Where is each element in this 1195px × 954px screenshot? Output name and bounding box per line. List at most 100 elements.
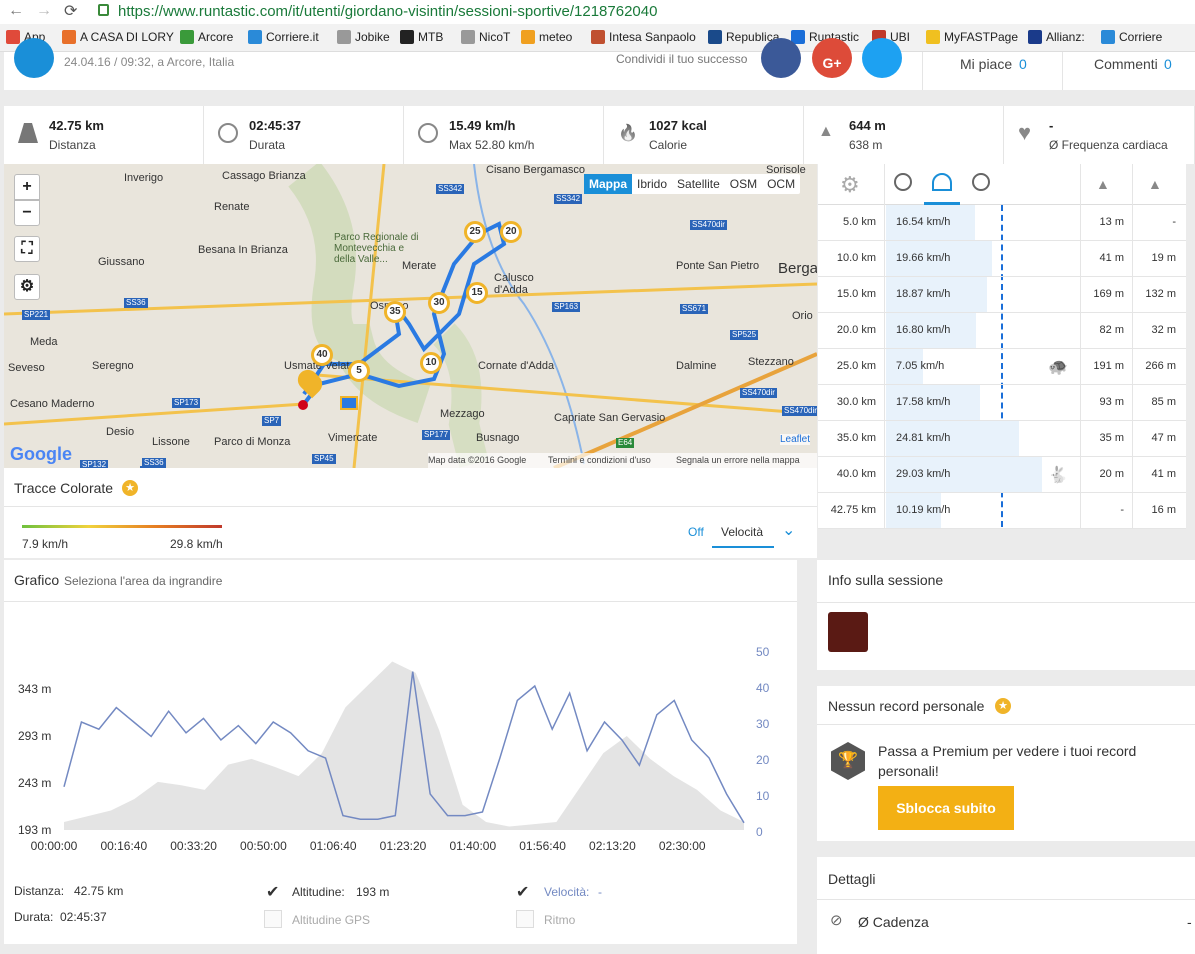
stopwatch-icon — [218, 123, 238, 143]
split-speed: 24.81 km/h — [896, 432, 951, 444]
bookmark-icon — [1101, 30, 1115, 44]
reload-icon[interactable]: ⟳ — [64, 1, 77, 21]
url-text[interactable]: https://www.runtastic.com/it/utenti/gior… — [118, 3, 657, 20]
km-marker[interactable]: 40 — [311, 344, 333, 366]
off-option[interactable]: Off — [688, 525, 704, 539]
zoom-out-button[interactable]: − — [14, 200, 40, 226]
split-row[interactable]: 15.0 km 18.87 km/h 169 m 132 m — [818, 277, 1186, 313]
stat-label: Ø Frequenza cardiaca — [1049, 138, 1168, 152]
leaflet-link[interactable]: Leaflet — [780, 434, 811, 445]
stat-value: 1027 kcal — [649, 118, 707, 133]
split-km: 42.75 km — [830, 504, 876, 516]
bookmark-item[interactable]: Intesa Sanpaolo — [591, 30, 696, 44]
comments-label[interactable]: Commenti — [1094, 56, 1158, 72]
x-tick-label: 01:56:40 — [519, 839, 566, 853]
bookmark-item[interactable]: MyFASTPage — [926, 30, 1018, 44]
likes-label[interactable]: Mi piace — [960, 56, 1012, 72]
map-place-label: Calusco d'Adda — [494, 272, 534, 296]
lock-icon — [98, 4, 109, 16]
back-icon[interactable]: ← — [8, 2, 24, 20]
split-row[interactable]: 10.0 km 19.66 km/h 41 m 19 m — [818, 241, 1186, 277]
pace-checkbox[interactable] — [516, 910, 534, 928]
split-row[interactable]: 30.0 km 17.58 km/h 93 m 85 m — [818, 385, 1186, 421]
distance-value: 42.75 km — [74, 884, 124, 898]
bookmark-item[interactable]: meteo — [521, 30, 572, 44]
bookmark-label: A CASA DI LORY — [80, 30, 174, 44]
layer-ibrido[interactable]: Ibrido — [632, 174, 672, 194]
road-label: SS36 — [124, 298, 148, 308]
layer-satellite[interactable]: Satellite — [672, 174, 725, 194]
bookmark-item[interactable]: NicoT — [461, 30, 510, 44]
road-label: SP221 — [22, 310, 51, 320]
bookmark-icon — [926, 30, 940, 44]
map-place-label: Mezzago — [440, 408, 485, 420]
stat-label: Durata — [249, 138, 286, 152]
split-row[interactable]: 20.0 km 16.80 km/h 82 m 32 m — [818, 313, 1186, 349]
layer-osm[interactable]: OSM — [725, 174, 762, 194]
split-row[interactable]: 25.0 km 7.05 km/h 191 m 266 m 🐢 — [818, 349, 1186, 385]
bookmark-item[interactable]: Corriere.it — [248, 30, 319, 44]
speed-option[interactable]: Velocità — [721, 525, 763, 539]
time-icon[interactable] — [972, 173, 990, 191]
km-marker[interactable]: 30 — [428, 292, 450, 314]
split-row[interactable]: 42.75 km 10.19 km/h - 16 m — [818, 493, 1186, 529]
stat-value: 42.75 km — [49, 118, 104, 133]
report-link[interactable]: Segnala un errore nella mappa — [676, 455, 800, 465]
split-row[interactable]: 5.0 km 16.54 km/h 13 m - — [818, 205, 1186, 241]
map-place-label: Stezzano — [748, 356, 794, 368]
gps-altitude-checkbox[interactable] — [264, 910, 282, 928]
records-title: Nessun record personale — [828, 698, 985, 714]
speed-check-icon[interactable]: ✔ — [516, 882, 529, 902]
km-marker[interactable]: 10 — [420, 352, 442, 374]
rabbit-icon: 🐇 — [1048, 467, 1068, 484]
x-tick-label: 01:40:00 — [449, 839, 496, 853]
gear-icon[interactable]: ⚙ — [840, 172, 860, 198]
bookmark-item[interactable]: MTB — [400, 30, 443, 44]
map[interactable]: Inverigo Cassago Brianza Renate Cisano Berg… — [4, 164, 817, 468]
speed-icon[interactable] — [932, 173, 952, 191]
km-marker[interactable]: 5 — [348, 360, 370, 382]
split-ascent: 93 m — [1099, 396, 1124, 408]
facebook-icon[interactable] — [761, 38, 801, 78]
map-place-label: Seregno — [92, 360, 134, 372]
x-tick-label: 02:30:00 — [659, 839, 706, 853]
chevron-down-icon[interactable]: ⌄ — [782, 520, 795, 540]
map-place-label: Cornate d'Adda — [478, 360, 555, 372]
twitter-icon[interactable] — [862, 38, 902, 78]
bookmark-icon — [337, 30, 351, 44]
bookmark-item[interactable]: Corriere — [1101, 30, 1162, 44]
road-label: SS671 — [680, 304, 709, 314]
km-marker[interactable]: 20 — [500, 221, 522, 243]
bookmark-icon — [400, 30, 414, 44]
km-marker[interactable]: 35 — [384, 301, 406, 323]
max-speed: 29.8 km/h — [170, 537, 223, 551]
bookmark-item[interactable]: Allianz: — [1028, 30, 1085, 44]
split-row[interactable]: 40.0 km 29.03 km/h 20 m 41 m 🐇 — [818, 457, 1186, 493]
bookmark-item[interactable]: Arcore — [180, 30, 233, 44]
bookmark-item[interactable]: Jobike — [337, 30, 390, 44]
km-marker[interactable]: 25 — [464, 221, 486, 243]
zoom-in-button[interactable]: + — [14, 174, 40, 200]
road-label: SP173 — [172, 398, 201, 408]
bookmark-icon — [62, 30, 76, 44]
bookmark-item[interactable]: A CASA DI LORY — [62, 30, 174, 44]
pace-icon[interactable] — [894, 173, 912, 191]
settings-gear-icon[interactable]: ⚙ — [14, 274, 40, 300]
x-tick-label: 02:13:20 — [589, 839, 636, 853]
sport-icon — [14, 38, 54, 78]
map-place-label: Merate — [402, 260, 437, 272]
road-label: SP132 — [80, 460, 109, 468]
altitude-check-icon[interactable]: ✔ — [266, 882, 279, 902]
split-speed: 7.05 km/h — [896, 360, 945, 372]
googleplus-icon[interactable]: G+ — [812, 38, 852, 78]
split-row[interactable]: 35.0 km 24.81 km/h 35 m 47 m — [818, 421, 1186, 457]
cadence-value: - — [1187, 914, 1192, 930]
layer-ocm[interactable]: OCM — [762, 174, 800, 194]
forward-icon[interactable]: → — [36, 2, 52, 20]
split-speed: 17.58 km/h — [896, 396, 951, 408]
unlock-button[interactable]: Sblocca subito — [878, 786, 1014, 830]
km-marker[interactable]: 15 — [466, 282, 488, 304]
fullscreen-icon[interactable]: ⛶ — [14, 236, 40, 262]
layer-mappa[interactable]: Mappa — [584, 174, 633, 194]
terms-link[interactable]: Termini e condizioni d'uso — [548, 455, 651, 465]
